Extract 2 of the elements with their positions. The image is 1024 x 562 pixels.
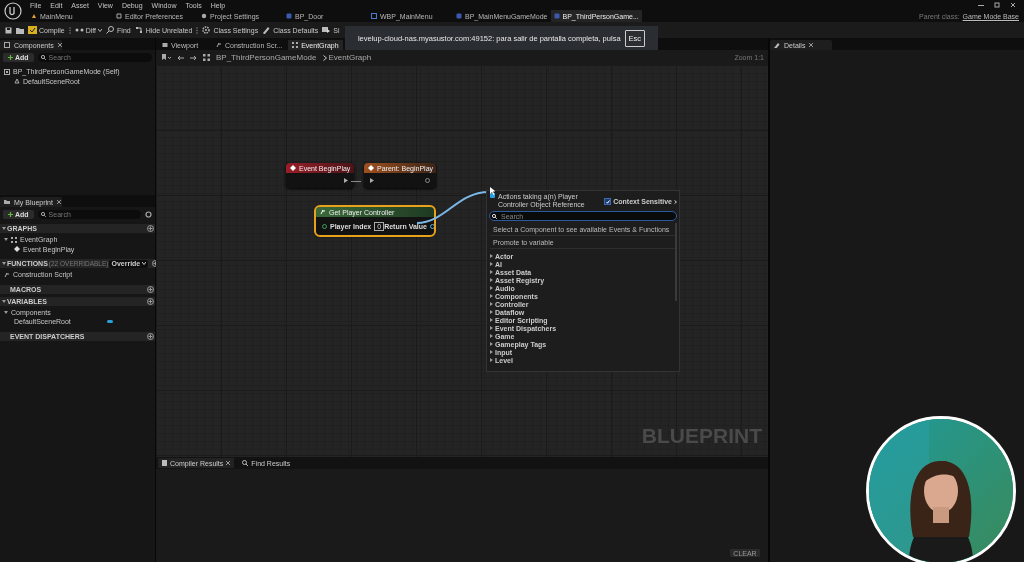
breadcrumb-link[interactable]: EventGraph: [328, 53, 372, 62]
breadcrumb-link[interactable]: BP_ThirdPersonGameMode: [216, 53, 317, 62]
